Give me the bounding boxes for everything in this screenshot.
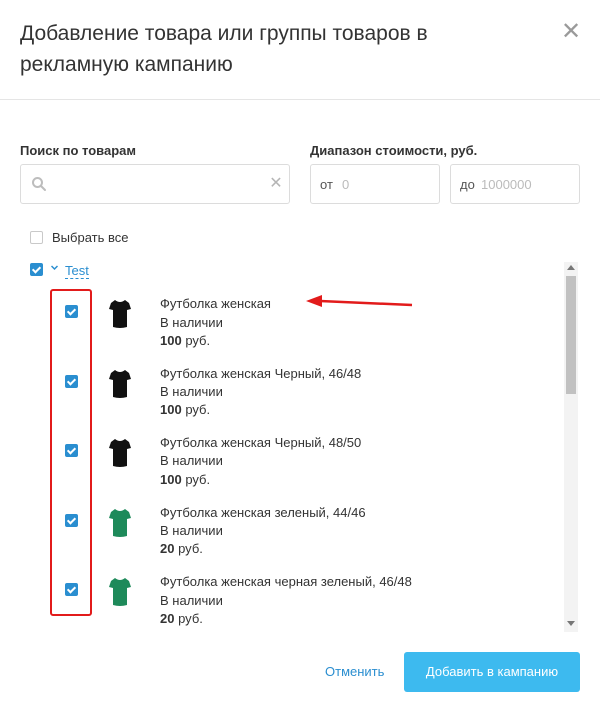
price-from-prefix: от: [320, 177, 333, 192]
tshirt-icon: [109, 439, 131, 467]
item-price-value: 100: [160, 472, 182, 487]
scroll-down-icon[interactable]: [566, 619, 576, 627]
item-price-currency: руб.: [185, 333, 211, 348]
scrollbar-thumb[interactable]: [566, 276, 576, 394]
item-price: 20 руб.: [160, 611, 203, 626]
price-to-prefix: до: [460, 177, 475, 192]
dialog-title: Добавление товара или группы товаров в р…: [20, 22, 428, 76]
item-price-currency: руб.: [178, 541, 203, 556]
item-price: 100 руб.: [160, 472, 210, 487]
tshirt-icon: [109, 300, 131, 328]
select-all-checkbox[interactable]: [30, 231, 43, 244]
search-icon: [32, 177, 46, 191]
annotation-arrow: [306, 295, 413, 307]
close-icon[interactable]: ✕: [561, 20, 581, 44]
item-name: Футболка женская Черный, 46/48: [160, 366, 362, 381]
item-stock: В наличии: [160, 453, 223, 468]
group-checkbox[interactable]: [30, 263, 43, 276]
price-to-field[interactable]: до 1000000: [450, 164, 580, 204]
chevron-down-icon[interactable]: [51, 264, 58, 271]
item-price-value: 20: [160, 541, 175, 556]
item-name: Футболка женская черная зеленый, 46/48: [160, 574, 412, 589]
item-stock: В наличии: [160, 593, 223, 608]
group-name-test[interactable]: Test: [65, 263, 89, 279]
tshirt-icon: [109, 370, 131, 398]
item-price-currency: руб.: [185, 402, 211, 417]
clear-icon[interactable]: ✕: [269, 174, 283, 194]
item-name: Футболка женская: [160, 296, 271, 311]
item-stock: В наличии: [160, 384, 223, 399]
search-field[interactable]: ✕: [20, 164, 290, 204]
item-price-value: 20: [160, 611, 175, 626]
item-price: 20 руб.: [160, 541, 203, 556]
item-name: Футболка женская Черный, 48/50: [160, 435, 362, 450]
item-stock: В наличии: [160, 523, 223, 538]
item-name: Футболка женская зеленый, 44/46: [160, 505, 366, 520]
price-from-placeholder: 0: [342, 177, 350, 192]
select-all-label: Выбрать все: [52, 230, 129, 245]
search-input[interactable]: [55, 173, 259, 197]
item-price-currency: руб.: [178, 611, 203, 626]
item-price: 100 руб.: [160, 333, 210, 348]
item-price: 100 руб.: [160, 402, 210, 417]
item-price-value: 100: [160, 333, 182, 348]
scroll-up-icon[interactable]: [566, 264, 576, 272]
dialog-header: Добавление товара или группы товаров в р…: [0, 0, 600, 100]
cancel-button[interactable]: Отменить: [325, 664, 384, 679]
tshirt-icon: [109, 578, 131, 606]
tshirt-icon: [109, 509, 131, 537]
price-range-label: Диапазон стоимости, руб.: [310, 143, 478, 158]
search-label: Поиск по товарам: [20, 143, 137, 158]
price-to-placeholder: 1000000: [481, 177, 532, 192]
item-price-currency: руб.: [185, 472, 211, 487]
item-price-value: 100: [160, 402, 182, 417]
add-to-campaign-button[interactable]: Добавить в кампанию: [404, 652, 580, 692]
highlight-box: [50, 289, 92, 616]
item-stock: В наличии: [160, 315, 223, 330]
price-from-field[interactable]: от 0: [310, 164, 440, 204]
